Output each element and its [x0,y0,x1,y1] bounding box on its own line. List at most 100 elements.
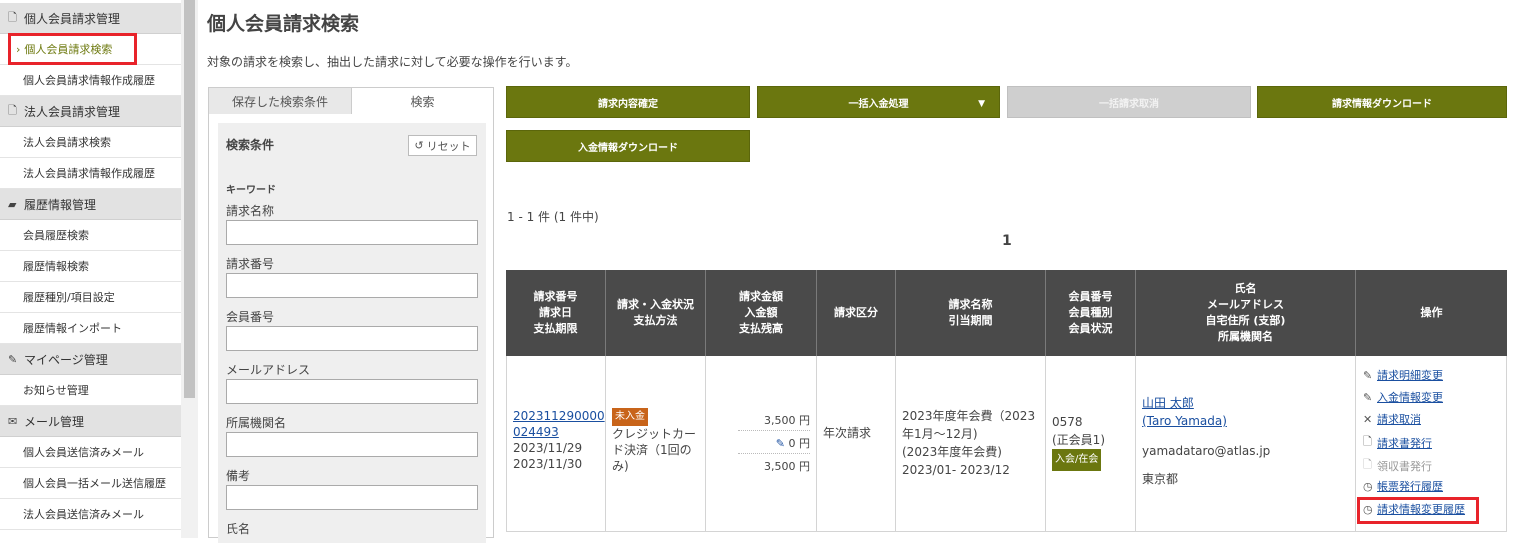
sidebar-section-mail[interactable]: ✉ メール管理 [0,406,181,437]
history-icon: ◷ [1363,479,1373,493]
pen-icon: ✎ [8,352,18,366]
sidebar-section-mypage[interactable]: ✎ マイページ管理 [0,344,181,375]
payment-method-line: み) [612,459,629,473]
sidebar-item-member-history-search[interactable]: 会員履歴検索 [0,220,181,251]
mail-icon: ✉ [8,414,18,428]
invoice-name-line: 2023年度年会費（2023 [902,409,1036,423]
member-number-input[interactable] [226,326,478,351]
download-invoice-button[interactable]: 請求情報ダウンロード [1257,86,1507,118]
pagination-current-page[interactable]: 1 [1002,233,1012,249]
op-issue-invoice[interactable]: 🗋 請求書発行 [1363,433,1432,452]
sidebar-item-corporate-billing-search[interactable]: 法人会員請求検索 [0,127,181,158]
header-line: 所属機関名 [1217,330,1273,343]
op-label[interactable]: 請求取消 [1377,411,1421,427]
sidebar-section-history-management[interactable]: ▰ 履歴情報管理 [0,189,181,220]
header-line: 氏名 [1234,282,1257,295]
sidebar-item-history-type-settings[interactable]: 履歴種別/項目設定 [0,282,181,313]
x-icon: ✕ [1363,412,1373,426]
remarks-input[interactable] [226,485,478,510]
results-table: 請求番号 請求日 支払期限 請求・入金状況 支払方法 請求金額 入金額 支払残高 請求区分… [506,270,1507,532]
email-input[interactable] [226,379,478,404]
operations-cell: ✎ 請求明細変更 ✎ 入金情報変更 ✕ 請求取消 🗋 請求書発行 🗋 領収書発行… [1356,356,1507,532]
sidebar-item-individual-sent-mail[interactable]: 個人会員送信済みメール [0,437,181,468]
sidebar-item-corporate-billing-history[interactable]: 法人会員請求情報作成履歴 [0,158,181,189]
op-edit-invoice-details[interactable]: ✎ 請求明細変更 [1363,367,1443,383]
allocation-period: 2023/01- 2023/12 [902,463,1010,477]
organization-input[interactable] [226,432,478,457]
bulk-payment-button[interactable]: 一括入金処理 ▼ [757,86,1000,118]
header-line: 会員種別 [1068,306,1113,319]
sidebar-item-individual-bulk-mail-history[interactable]: 個人会員一括メール送信履歴 [0,468,181,499]
history-icon: ◷ [1363,502,1373,516]
header-line: 支払方法 [633,314,678,327]
op-label: 領収書発行 [1377,459,1432,473]
document-icon: 🗋 [8,10,17,24]
confirm-invoice-button[interactable]: 請求内容確定 [506,86,750,118]
person-name-en: (Taro Yamada) [1142,414,1227,428]
sidebar-item-label: 法人会員送信済みメール [23,508,144,521]
payment-method-line: クレジットカー [612,427,697,441]
invoice-number-part: 024493 [513,425,559,439]
paid-amount: 0 円 [788,437,811,450]
status-badge: 未入金 [612,408,648,426]
sidebar-section-individual-billing[interactable]: 🗋 個人会員請求管理 [0,3,181,34]
op-label[interactable]: 帳票発行履歴 [1377,478,1443,494]
home-address: 東京都 [1142,472,1179,486]
member-cell: 0578 (正会員1) 入会/在会 [1046,356,1136,532]
op-label[interactable]: 請求明細変更 [1377,367,1443,383]
invoice-name-cell: 2023年度年会費（2023 年1月～12月) (2023年度年会費) 2023… [896,356,1046,532]
op-issue-receipt: 🗋 領収書発行 [1363,456,1432,475]
header-line: 自宅住所 (支部) [1205,314,1286,327]
amount-cell: 3,500 円 ✎ 0 円 3,500 円 [706,356,817,532]
sidebar-section-label: 法人会員請求管理 [24,104,121,119]
invoice-number-input[interactable] [226,273,478,298]
sidebar-section-corporate-billing[interactable]: 🗋 法人会員請求管理 [0,96,181,127]
sidebar-item-individual-billing-search[interactable]: › 個人会員請求検索 [0,34,181,65]
sidebar-section-label: マイページ管理 [24,352,108,367]
email-label: メールアドレス [226,363,311,377]
tab-search[interactable]: 検索 [351,87,494,115]
remarks-label: 備考 [226,469,251,483]
chevron-right-icon: › [16,42,21,56]
person-name-link[interactable]: 山田 太郎 (Taro Yamada) [1142,396,1227,428]
sidebar-item-individual-billing-history[interactable]: 個人会員請求情報作成履歴 [0,65,181,96]
tab-saved-conditions[interactable]: 保存した検索条件 [208,87,351,115]
reset-button-label: リセット [426,139,471,153]
search-panel: 検索条件 ↺ リセット キーワード 請求名称 請求番号 会員番号 メールアドレス… [208,114,494,543]
download-payment-button[interactable]: 入金情報ダウンロード [506,130,750,162]
sidebar-item-history-import[interactable]: 履歴情報インポート [0,313,181,344]
op-label[interactable]: 請求書発行 [1377,435,1432,451]
divider [738,430,810,431]
op-invoice-change-history[interactable]: ◷ 請求情報変更履歴 [1363,501,1465,517]
sidebar-item-history-search[interactable]: 履歴情報検索 [0,251,181,282]
page-description: 対象の請求を検索し、抽出した請求に対して必要な操作を行います。 [207,55,578,69]
pencil-icon[interactable]: ✎ [776,437,785,450]
sidebar-item-label: 会員履歴検索 [23,229,89,242]
folder-open-icon: ▰ [8,197,17,211]
header-line: 支払期限 [533,322,578,335]
sidebar-section-label: 履歴情報管理 [24,197,97,212]
bulk-cancel-button[interactable]: 一括請求取消 [1007,86,1251,118]
member-number: 0578 [1052,415,1083,429]
document-icon: 🗋 [1363,435,1372,448]
op-label[interactable]: 入金情報変更 [1377,389,1443,405]
invoice-name-label: 請求名称 [226,204,275,218]
search-conditions-title: 検索条件 [226,138,275,152]
header-line: 会員番号 [1068,290,1113,303]
op-cancel-invoice[interactable]: ✕ 請求取消 [1363,411,1421,427]
sidebar-scrollbar-thumb[interactable] [184,0,195,398]
download-payment-label: 入金情報ダウンロード [578,142,678,154]
reset-button[interactable]: ↺ リセット [408,135,477,156]
invoice-name-input[interactable] [226,220,478,245]
op-label[interactable]: 請求情報変更履歴 [1377,501,1465,517]
sidebar-item-notices[interactable]: お知らせ管理 [0,375,181,406]
op-form-issue-history[interactable]: ◷ 帳票発行履歴 [1363,478,1443,494]
table-row: 202311290000 024493 2023/11/29 2023/11/30 [506,356,606,532]
header-person: 氏名 メールアドレス 自宅住所 (支部) 所属機関名 [1136,270,1356,356]
invoice-number-link[interactable]: 202311290000 024493 [513,409,605,439]
bulk-payment-label: 一括入金処理 [848,98,909,110]
sidebar-item-label: 法人会員請求検索 [23,136,111,149]
sidebar-item-corporate-sent-mail[interactable]: 法人会員送信済みメール [0,499,181,530]
paid-amount-row: ✎ 0 円 [776,435,810,451]
op-edit-payment-info[interactable]: ✎ 入金情報変更 [1363,389,1443,405]
